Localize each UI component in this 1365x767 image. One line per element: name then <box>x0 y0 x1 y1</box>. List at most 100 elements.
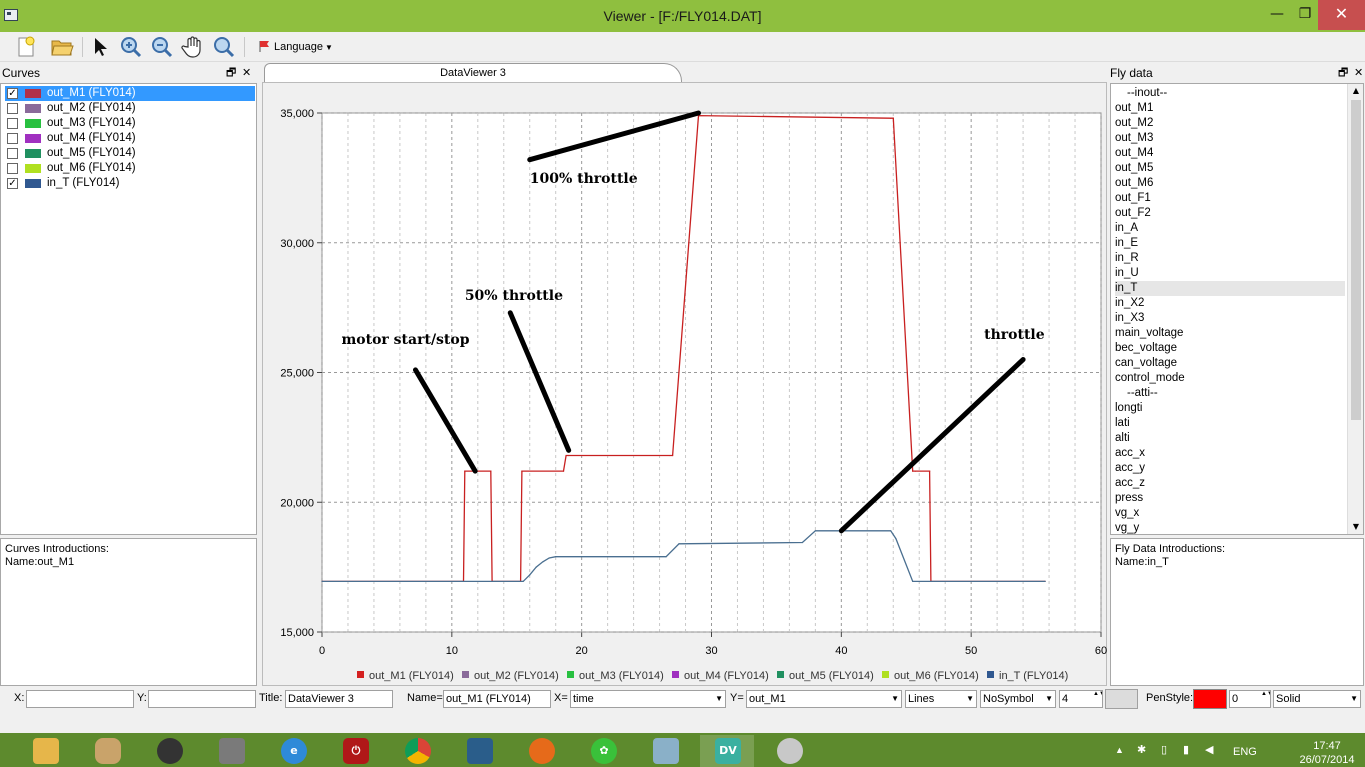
fly-data-item[interactable]: acc_y <box>1115 461 1345 476</box>
fly-data-scrollbar[interactable]: ▲ ▼ <box>1347 84 1363 534</box>
fly-data-item[interactable]: out_M6 <box>1115 176 1345 191</box>
fly-data-item[interactable]: out_M3 <box>1115 131 1345 146</box>
curve-checkbox[interactable]: ✓ <box>7 178 18 189</box>
document-taskbar-icon[interactable] <box>204 735 258 767</box>
battery-icon[interactable]: ▯ <box>1161 743 1167 756</box>
curve-checkbox[interactable] <box>7 103 18 114</box>
fly-data-item[interactable]: press <box>1115 491 1345 506</box>
firefox-taskbar-icon[interactable] <box>514 735 568 767</box>
dv-taskbar-icon[interactable]: DV <box>700 735 754 767</box>
network-icon[interactable]: ▮ <box>1183 743 1189 756</box>
fly-data-item[interactable]: longti <box>1115 401 1345 416</box>
curve-checkbox[interactable] <box>7 163 18 174</box>
curve-item[interactable]: out_M5 (FLY014) <box>5 146 255 161</box>
pen-value-spinner[interactable]: 0 <box>1229 690 1271 708</box>
name-field[interactable]: out_M1 (FLY014) <box>443 690 551 708</box>
curve-item[interactable]: out_M2 (FLY014) <box>5 101 255 116</box>
fly-data-item[interactable]: in_T <box>1115 281 1345 296</box>
fly-data-item[interactable]: acc_z <box>1115 476 1345 491</box>
pen-type-select[interactable]: Solid <box>1273 690 1361 708</box>
fly-data-item[interactable]: out_M1 <box>1115 101 1345 116</box>
fly-data-item[interactable]: in_X2 <box>1115 296 1345 311</box>
curves-undock-button[interactable]: 🗗 <box>226 63 236 83</box>
open-folder-icon[interactable] <box>50 35 74 59</box>
manuscript-taskbar-icon[interactable] <box>638 735 692 767</box>
curve-checkbox[interactable] <box>7 133 18 144</box>
curve-item[interactable]: out_M4 (FLY014) <box>5 131 255 146</box>
curves-close-button[interactable]: ✕ <box>242 63 251 83</box>
fly-data-item[interactable]: bec_voltage <box>1115 341 1345 356</box>
language-menu[interactable]: Language ▼ <box>258 38 333 56</box>
fly-data-item[interactable]: out_M2 <box>1115 116 1345 131</box>
line-chart: 0 10 20 30 40 50 60 15,000 20,000 25,000 30,000 35,… <box>280 108 1107 682</box>
fly-data-close-button[interactable]: ✕ <box>1354 63 1363 83</box>
fly-data-undock-button[interactable]: 🗗 <box>1338 63 1348 83</box>
curve-item[interactable]: out_M6 (FLY014) <box>5 161 255 176</box>
speaker-taskbar-icon[interactable] <box>142 735 196 767</box>
curve-item[interactable]: out_M3 (FLY014) <box>5 116 255 131</box>
fly-data-item[interactable]: in_U <box>1115 266 1345 281</box>
fly-data-item[interactable]: can_voltage <box>1115 356 1345 371</box>
zoom-in-icon[interactable] <box>119 35 143 59</box>
scroll-up-icon[interactable]: ▲ <box>1348 84 1363 98</box>
fly-data-item[interactable]: control_mode <box>1115 371 1345 386</box>
curves-list[interactable]: ✓ out_M1 (FLY014) out_M2 (FLY014) out_M3 (F… <box>0 83 257 535</box>
minimize-button[interactable]: — <box>1262 0 1292 30</box>
y-coordinate-field[interactable] <box>148 690 256 708</box>
clock[interactable]: 17:47 26/07/2014 <box>1297 739 1357 767</box>
input-language[interactable]: ENG <box>1233 746 1257 758</box>
curve-item[interactable]: ✓ in_T (FLY014) <box>5 176 255 191</box>
line-style-select[interactable]: Lines <box>905 690 977 708</box>
fly-data-item[interactable]: acc_x <box>1115 446 1345 461</box>
fly-data-item[interactable]: in_A <box>1115 221 1345 236</box>
curve-checkbox[interactable] <box>7 148 18 159</box>
title-field[interactable]: DataViewer 3 <box>285 690 393 708</box>
curve-checkbox[interactable]: ✓ <box>7 88 18 99</box>
fly-data-item[interactable]: in_E <box>1115 236 1345 251</box>
fly-data-item[interactable]: out_M4 <box>1115 146 1345 161</box>
pointer-icon[interactable] <box>88 35 112 59</box>
y-axis-select[interactable]: out_M1 <box>746 690 902 708</box>
scroll-thumb[interactable] <box>1351 100 1361 420</box>
fly-data-item[interactable]: out_F2 <box>1115 206 1345 221</box>
fly-data-item[interactable]: in_R <box>1115 251 1345 266</box>
zoom-fit-icon[interactable] <box>212 35 236 59</box>
volume-icon[interactable]: ◀ <box>1205 743 1213 756</box>
fly-data-list[interactable]: vg_y vg_x press acc_z acc_y acc_x alti lati long… <box>1110 83 1364 535</box>
close-button[interactable]: ✕ <box>1318 0 1365 30</box>
data-point-out-m1 <box>565 454 567 457</box>
x-coordinate-field[interactable] <box>26 690 134 708</box>
scroll-down-icon[interactable]: ▼ <box>1348 520 1363 534</box>
line-width-spinner[interactable]: 4 <box>1059 690 1103 708</box>
fly-data-item[interactable]: main_voltage <box>1115 326 1345 341</box>
symbol-select[interactable]: NoSymbol <box>980 690 1056 708</box>
internet-explorer-taskbar-icon[interactable]: e <box>266 735 320 767</box>
restore-button[interactable]: ❐ <box>1290 0 1320 30</box>
pen-color-swatch[interactable] <box>1193 689 1227 709</box>
bluetooth-icon[interactable]: ✱ <box>1137 743 1146 756</box>
x-axis-select[interactable]: time <box>570 690 726 708</box>
fly-data-item[interactable]: out_F1 <box>1115 191 1345 206</box>
pan-hand-icon[interactable] <box>181 35 205 59</box>
fly-data-item[interactable]: vg_x <box>1115 506 1345 521</box>
tab-dataviewer-3[interactable]: DataViewer 3 <box>264 63 682 82</box>
color-picker-button[interactable] <box>1105 689 1138 709</box>
curve-checkbox[interactable] <box>7 118 18 129</box>
curve-item[interactable]: ✓ out_M1 (FLY014) <box>5 86 255 101</box>
fly-data-item[interactable]: vg_y <box>1115 521 1345 534</box>
tray-expand-icon[interactable]: ▲ <box>1115 745 1124 755</box>
zoom-out-icon[interactable] <box>150 35 174 59</box>
paint-taskbar-icon[interactable] <box>762 735 816 767</box>
fly-data-item[interactable]: alti <box>1115 431 1345 446</box>
fly-data-item[interactable]: lati <box>1115 416 1345 431</box>
chart-area[interactable]: 0 10 20 30 40 50 60 15,000 20,000 25,000 30,000 35,… <box>262 82 1107 686</box>
folder-taskbar-icon[interactable] <box>18 735 72 767</box>
app-taskbar-icon[interactable] <box>452 735 506 767</box>
media-player-taskbar-icon[interactable] <box>80 735 134 767</box>
new-icon[interactable] <box>14 35 38 59</box>
icq-taskbar-icon[interactable]: ✿ <box>576 735 630 767</box>
fly-data-item[interactable]: in_X3 <box>1115 311 1345 326</box>
fly-data-item[interactable]: out_M5 <box>1115 161 1345 176</box>
power-taskbar-icon[interactable]: ⏻ <box>328 735 382 767</box>
chrome-taskbar-icon[interactable] <box>390 735 444 767</box>
